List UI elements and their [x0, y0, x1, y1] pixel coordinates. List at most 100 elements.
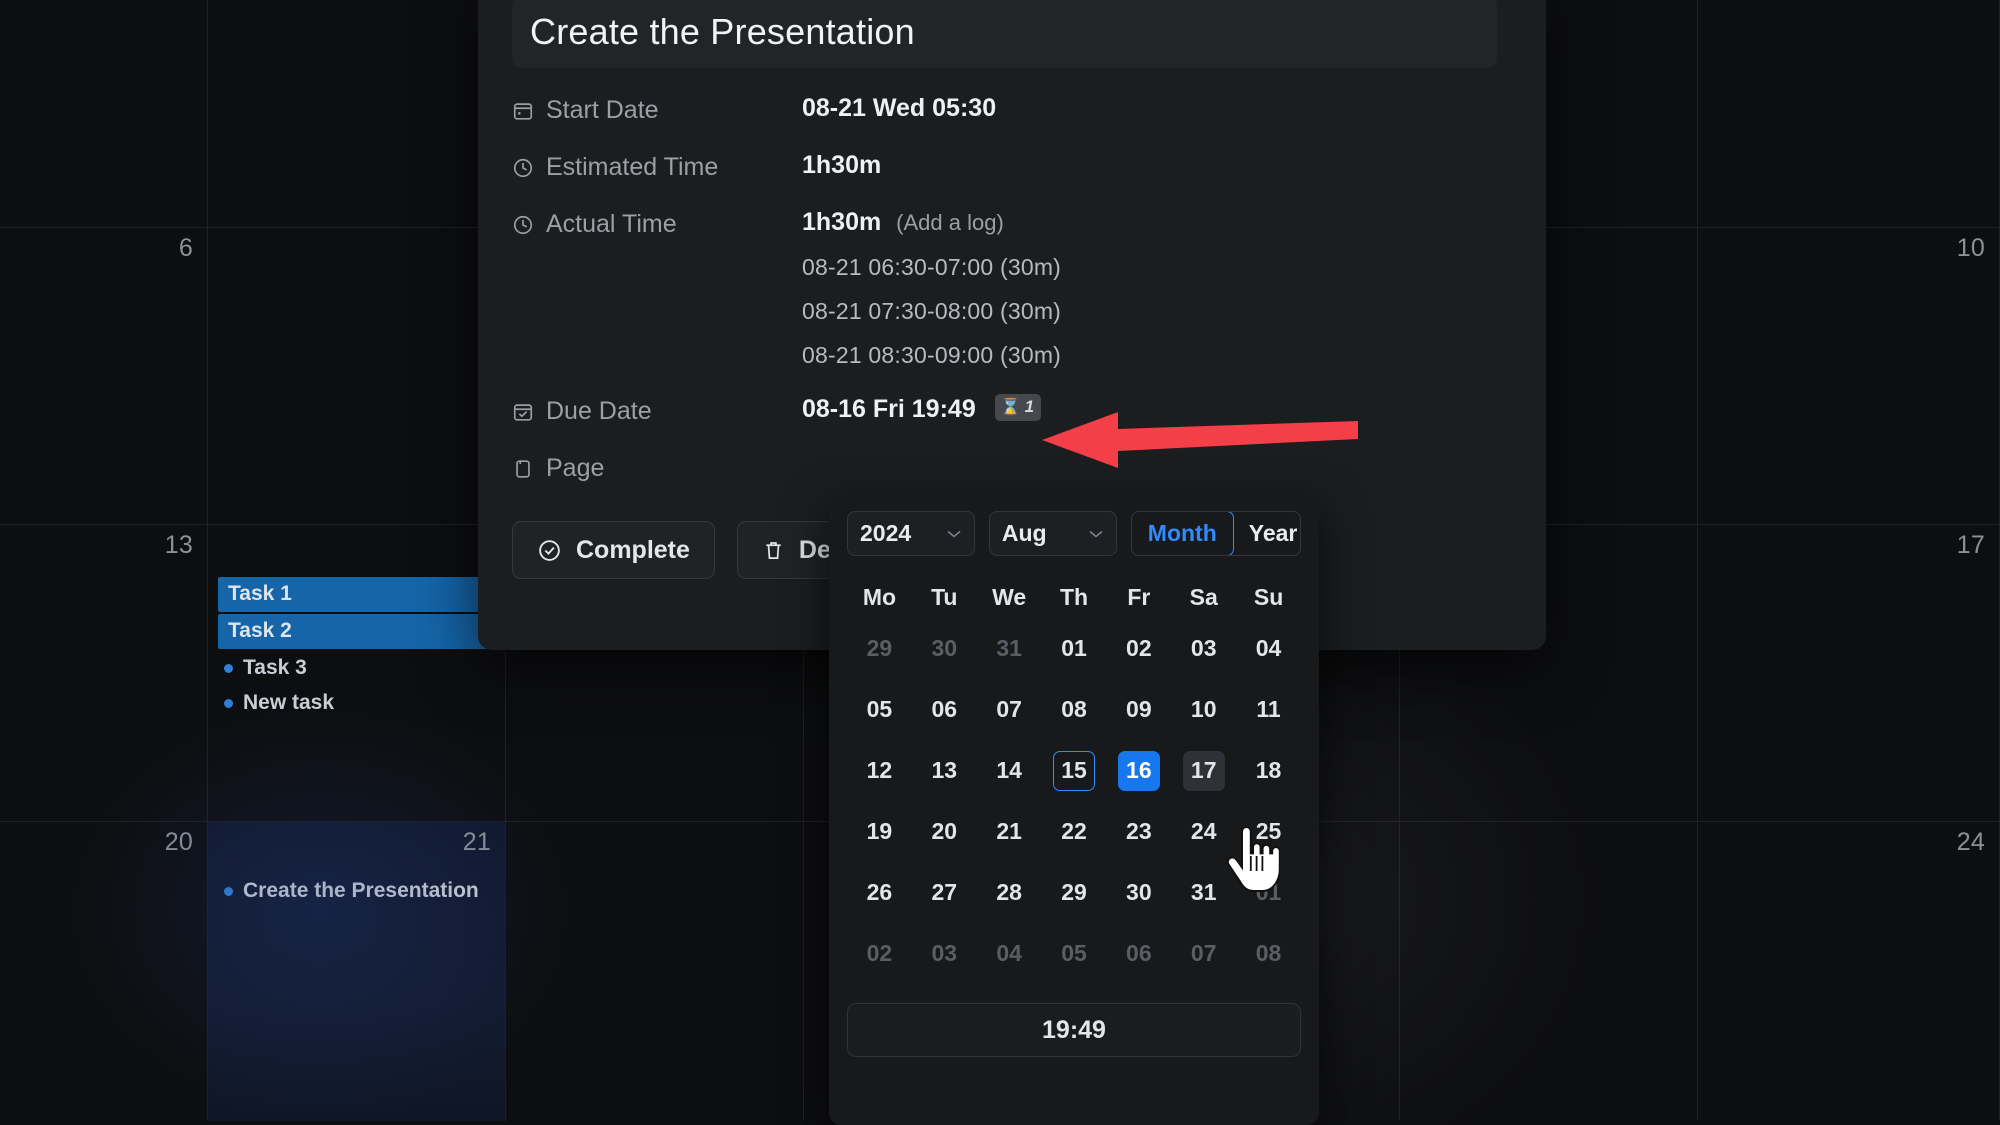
date-picker-day[interactable]: 29 — [1042, 869, 1107, 916]
time-log-entry[interactable]: 08-21 08:30-09:00 (30m) — [802, 342, 1061, 369]
complete-button[interactable]: Complete — [512, 521, 715, 579]
date-picker-day[interactable]: 22 — [1042, 808, 1107, 855]
date-picker-day-label: 18 — [1248, 751, 1290, 791]
check-circle-icon — [537, 538, 562, 563]
calendar-day-cell[interactable] — [1400, 822, 1698, 1121]
date-picker-day[interactable]: 02 — [1106, 625, 1171, 672]
date-picker-day[interactable]: 17 — [1171, 747, 1236, 794]
date-picker-day[interactable]: 26 — [847, 869, 912, 916]
date-picker-day[interactable]: 24 — [1171, 808, 1236, 855]
calendar-day-cell[interactable]: 20 — [0, 822, 208, 1121]
date-picker-day[interactable]: 05 — [1042, 930, 1107, 977]
date-picker-day[interactable]: 05 — [847, 686, 912, 733]
date-picker-day[interactable]: 31 — [1171, 869, 1236, 916]
date-picker-week-row: 05 06 0708091011 — [847, 686, 1301, 733]
time-log-entry[interactable]: 08-21 07:30-08:00 (30m) — [802, 298, 1061, 325]
calendar-day-cell[interactable]: 17 — [1698, 525, 2000, 821]
date-picker-day[interactable]: 23 — [1106, 808, 1171, 855]
estimated-time-label-group: Estimated Time — [512, 151, 802, 182]
date-picker-day[interactable]: 21 — [977, 808, 1042, 855]
date-picker-day[interactable]: 09 — [1106, 686, 1171, 733]
date-picker-day[interactable]: 18 — [1236, 747, 1301, 794]
year-select[interactable]: 2024 — [847, 511, 975, 556]
date-picker-day[interactable]: 01 — [1236, 869, 1301, 916]
date-picker-day[interactable]: 08 — [1042, 686, 1107, 733]
calendar-day-cell[interactable]: 6 — [0, 228, 208, 524]
date-picker-day[interactable]: 03 — [1171, 625, 1236, 672]
date-picker-day[interactable]: 31 — [977, 625, 1042, 672]
calendar-event-item[interactable]: New task — [218, 686, 495, 721]
estimated-time-value[interactable]: 1h30m — [802, 151, 881, 180]
date-picker-day-label: 27 — [923, 873, 965, 913]
date-picker-day[interactable]: 10 — [1171, 686, 1236, 733]
calendar-check-icon — [512, 401, 534, 423]
date-picker-day[interactable]: 13 — [912, 747, 977, 794]
calendar-day-cell[interactable]: 13 — [0, 525, 208, 821]
date-picker-day[interactable]: 07 — [1171, 930, 1236, 977]
calendar-event-bar[interactable]: Task 2 — [218, 614, 495, 649]
date-picker-day[interactable]: 02 — [847, 930, 912, 977]
date-picker-day-label: 22 — [1053, 812, 1095, 852]
task-title-input[interactable]: Create the Presentation — [512, 0, 1497, 68]
date-picker-day[interactable]: 04 — [1236, 625, 1301, 672]
event-dot-icon — [224, 887, 233, 896]
date-picker-day-label: 01 — [1248, 873, 1290, 913]
date-picker-day[interactable]: 16 — [1106, 747, 1171, 794]
date-picker-day[interactable]: 03 — [912, 930, 977, 977]
time-input[interactable]: 19:49 — [847, 1003, 1301, 1057]
calendar-day-events: Task 1Task 2 Task 3 New task — [218, 577, 495, 721]
view-mode-month-button[interactable]: Month — [1131, 511, 1234, 556]
calendar-event-label: Task 3 — [243, 656, 307, 680]
month-select[interactable]: Aug — [989, 511, 1117, 556]
date-picker-day[interactable]: 04 — [977, 930, 1042, 977]
calendar-event-bar[interactable]: Task 1 — [218, 577, 495, 612]
date-picker-day-label: 15 — [1053, 751, 1095, 791]
date-picker-day[interactable]: 08 — [1236, 930, 1301, 977]
date-picker-day[interactable]: 06 — [912, 686, 977, 733]
date-picker-day[interactable]: 19 — [847, 808, 912, 855]
calendar-event-item[interactable]: Create the Presentation — [218, 874, 495, 909]
date-picker-day-label: 06 — [923, 690, 965, 730]
calendar-event-item[interactable]: Task 3 — [218, 651, 495, 686]
calendar-day-cell[interactable]: 3 — [1698, 0, 2000, 227]
calendar-day-cell[interactable] — [208, 0, 506, 227]
due-date-value-group[interactable]: 08-16 Fri 19:49 ⌛ 1 — [802, 395, 1041, 424]
weekday-label: Tu — [912, 584, 977, 611]
date-picker-day-label: 06 — [1118, 934, 1160, 974]
date-picker-day[interactable]: 30 — [912, 625, 977, 672]
date-picker-day[interactable]: 07 — [977, 686, 1042, 733]
calendar-day-cell[interactable] — [208, 228, 506, 524]
date-picker-day[interactable]: 25 — [1236, 808, 1301, 855]
date-picker-day[interactable]: 15 — [1042, 747, 1107, 794]
date-picker-day-label: 04 — [1248, 629, 1290, 669]
calendar-day-number: 17 — [1957, 531, 1985, 560]
view-mode-year-button[interactable]: Year — [1233, 512, 1301, 555]
calendar-day-cell[interactable]: Task 1Task 2 Task 3 New task — [208, 525, 506, 821]
start-date-value[interactable]: 08-21 Wed 05:30 — [802, 94, 996, 123]
date-picker-day[interactable]: 06 — [1106, 930, 1171, 977]
calendar-day-number: 21 — [463, 828, 491, 857]
time-log-entry[interactable]: 08-21 06:30-07:00 (30m) — [802, 254, 1061, 281]
calendar-day-cell[interactable]: 24 — [1698, 822, 2000, 1121]
actual-time-value-group: 1h30m (Add a log) 08-21 06:30-07:00 (30m… — [802, 208, 1061, 369]
date-picker-day[interactable]: 20 — [912, 808, 977, 855]
date-picker-day[interactable]: 27 — [912, 869, 977, 916]
date-picker-week-row: 0203 04 05 06 0708 — [847, 930, 1301, 977]
date-picker-day-label: 17 — [1183, 751, 1225, 791]
calendar-day-cell[interactable]: 30 — [0, 0, 208, 227]
clock-icon — [512, 157, 534, 179]
date-picker-day-label: 01 — [1053, 629, 1095, 669]
date-picker-day[interactable]: 14 — [977, 747, 1042, 794]
date-picker-day[interactable]: 11 — [1236, 686, 1301, 733]
calendar-day-cell[interactable] — [506, 822, 804, 1121]
date-picker-day[interactable]: 01 — [1042, 625, 1107, 672]
date-picker-day[interactable]: 12 — [847, 747, 912, 794]
calendar-day-cell[interactable]: 21 Create the Presentation — [208, 822, 506, 1121]
add-a-log-link[interactable]: (Add a log) — [896, 210, 1004, 235]
date-picker-day[interactable]: 30 — [1106, 869, 1171, 916]
page-label-group[interactable]: Page — [512, 452, 802, 483]
date-picker-day[interactable]: 29 — [847, 625, 912, 672]
calendar-day-cell[interactable]: 10 — [1698, 228, 2000, 524]
date-picker-day-label: 04 — [988, 934, 1030, 974]
date-picker-day[interactable]: 28 — [977, 869, 1042, 916]
